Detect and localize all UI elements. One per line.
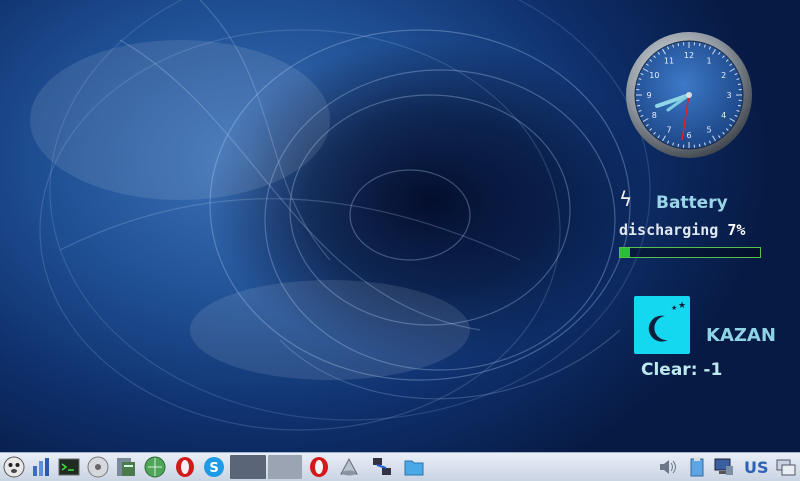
battery-level-bar [619,247,761,258]
media-player-icon[interactable] [86,455,110,479]
network-icon[interactable] [370,455,394,479]
weather-widget: ★ ★ KAZAN Clear: -1 [630,292,790,392]
svg-text:★: ★ [671,304,677,312]
lightning-bolt-icon: ϟ [619,187,632,211]
clock-tick [699,43,700,46]
skype-icon[interactable]: S [202,455,226,479]
clock-tick [738,84,741,85]
folder-icon[interactable] [402,455,426,479]
clock-tick [699,144,700,147]
clock-numeral: 2 [721,71,726,80]
disk-icon[interactable] [337,455,361,479]
clock-numeral: 9 [646,91,651,100]
weather-city: KAZAN [706,325,776,346]
opera-icon[interactable] [307,455,331,479]
clock-tick [637,105,640,106]
opera-icon[interactable] [173,455,197,479]
clock-tick [637,84,640,85]
task-button[interactable] [268,455,302,479]
weather-condition: Clear: -1 [641,360,722,380]
clock-numeral: 4 [721,111,726,120]
show-desktop-icon[interactable] [774,455,798,479]
moon-stars-icon: ★ ★ [634,296,690,354]
battery-widget: ϟ Battery discharging 7% [615,185,765,265]
battery-level-fill [620,248,630,257]
file-manager-icon[interactable] [114,455,138,479]
svg-text:★: ★ [678,301,686,311]
battery-title: Battery [656,193,728,213]
clock-numeral: 8 [652,111,657,120]
clock-numeral: 10 [649,71,659,80]
svg-text:S: S [209,461,218,476]
keyboard-layout-indicator[interactable]: US [744,458,769,477]
clock-numeral: 1 [706,56,711,65]
clock-tick [738,105,741,106]
battery-percent: 7% [727,221,745,239]
menu-mascot-icon[interactable] [2,455,26,479]
terminal-icon[interactable] [57,455,81,479]
clock-numeral: 6 [686,131,691,140]
clock-numeral: 11 [664,56,674,65]
volume-icon[interactable] [656,455,680,479]
network-tray-icon[interactable] [712,455,736,479]
clock-numeral: 7 [666,126,671,135]
clock-tick [678,43,679,46]
taskbar: S US [0,452,800,481]
battery-status-text: discharging [619,221,718,239]
clock-numeral: 12 [684,51,694,60]
web-browser-icon[interactable] [143,455,167,479]
clock-tick [678,144,679,147]
battery-status: discharging 7% [619,221,745,239]
chart-icon[interactable] [29,455,53,479]
clock-numeral: 3 [726,91,731,100]
task-button[interactable] [230,455,266,479]
clipboard-icon[interactable] [685,455,709,479]
clock-numeral: 5 [706,126,711,135]
analog-clock-widget: 121234567891011 [624,30,754,160]
